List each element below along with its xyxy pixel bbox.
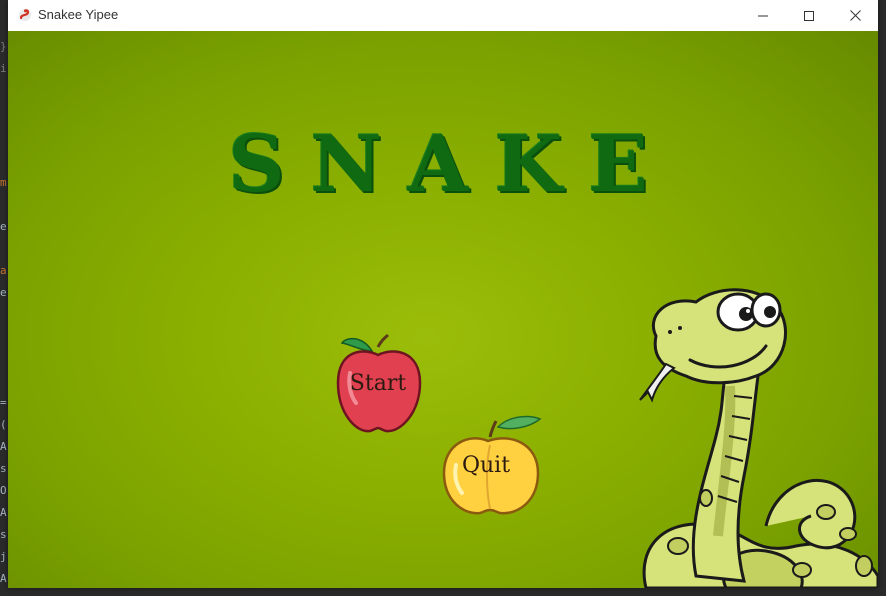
ide-text-fragment: m [0,176,7,189]
ide-text-fragment: j [0,550,7,563]
quit-button[interactable]: Quit [440,413,544,517]
quit-label: Quit [461,453,511,478]
title-bar[interactable]: Snakee Yipee [8,0,878,32]
start-label: Start [349,371,407,396]
ide-text-fragment: = [0,396,7,409]
ide-text-fragment: a [0,264,7,277]
game-window: Snakee Yipee SNAKE Start Quit [8,0,878,588]
ide-text-fragment: A [0,506,7,519]
close-button[interactable] [832,0,878,31]
game-title: SNAKE [228,119,674,210]
maximize-button[interactable] [786,0,832,31]
ide-text-fragment: A [0,440,7,453]
ide-text-fragment: e [0,286,7,299]
maximize-icon [804,10,814,21]
ide-text-fragment: O [0,484,7,497]
minimize-icon [758,15,768,16]
ide-text-fragment: i [0,62,7,75]
ide-text-fragment: A [0,572,7,585]
ide-text-fragment: ( [0,418,7,431]
ide-text-fragment: s [0,462,7,475]
snake-mascot-icon [639,288,878,588]
start-button[interactable]: Start [332,333,424,435]
ide-text-fragment: s [0,528,7,541]
snake-app-icon [19,9,31,21]
ide-text-fragment: e [0,220,7,233]
game-canvas[interactable]: SNAKE Start Quit [8,31,878,588]
window-title: Snakee Yipee [38,7,119,22]
close-icon [849,10,861,21]
ide-text-fragment: } [0,40,7,53]
minimize-button[interactable] [740,0,786,31]
